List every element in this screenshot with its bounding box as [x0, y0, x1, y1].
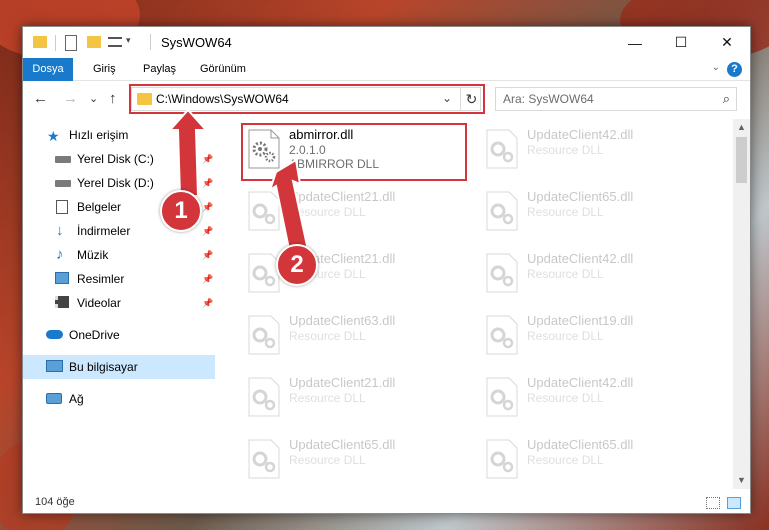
step-badge-2: 2: [276, 244, 318, 286]
annotation-arrows: [167, 108, 310, 256]
annotation-arrow-1: [167, 108, 209, 197]
annotation-arrow-2: [268, 158, 310, 256]
step-badge-1: 1: [160, 190, 202, 232]
